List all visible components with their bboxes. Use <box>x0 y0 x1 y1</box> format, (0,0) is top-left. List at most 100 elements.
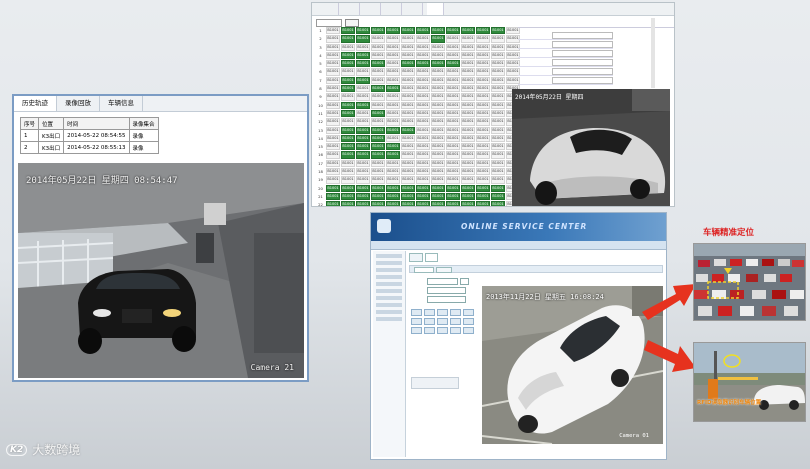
parking-slot[interactable]: B1001 <box>371 51 385 60</box>
parking-slot-occupied[interactable]: B1001 <box>371 27 385 35</box>
parking-slot[interactable]: B1001 <box>326 60 340 68</box>
parking-slot[interactable]: B1001 <box>491 68 505 76</box>
parking-slot[interactable]: B1001 <box>326 101 340 109</box>
parking-slot[interactable]: B1001 <box>431 143 445 151</box>
parking-slot-occupied[interactable]: B1001 <box>356 143 370 151</box>
parking-slot[interactable]: B1001 <box>416 118 430 126</box>
parking-slot[interactable]: B1001 <box>416 168 430 176</box>
key-button[interactable] <box>424 318 435 325</box>
parking-slot-occupied[interactable]: B1001 <box>401 184 415 192</box>
parking-slot[interactable]: B1001 <box>326 109 340 118</box>
parking-slot[interactable]: B1001 <box>356 168 370 176</box>
detail-field[interactable] <box>552 58 613 66</box>
parking-slot[interactable]: B1001 <box>326 143 340 151</box>
parking-slot-occupied[interactable]: B1001 <box>356 192 370 201</box>
parking-slot[interactable]: B1001 <box>326 118 340 126</box>
parking-slot[interactable]: B1001 <box>371 118 385 126</box>
key-button[interactable] <box>463 309 474 316</box>
parking-slot-occupied[interactable]: B1001 <box>356 101 370 109</box>
parking-slot[interactable]: B1001 <box>416 85 430 93</box>
parking-slot[interactable]: B1001 <box>446 176 460 184</box>
parking-slot-occupied[interactable]: B1001 <box>476 27 490 35</box>
parking-slot[interactable]: B1001 <box>356 93 370 101</box>
parking-slot-occupied[interactable]: B1001 <box>386 85 400 93</box>
parking-slot-occupied[interactable]: B1001 <box>341 76 355 85</box>
parking-slot[interactable]: B1001 <box>401 76 415 85</box>
parking-slot-occupied[interactable]: B1001 <box>461 192 475 201</box>
parking-slot-occupied[interactable]: B1001 <box>356 126 370 134</box>
parking-slot-occupied[interactable]: B1001 <box>401 60 415 68</box>
parking-slot[interactable]: B1001 <box>491 85 505 93</box>
parking-slot[interactable]: B1001 <box>491 176 505 184</box>
parking-slot[interactable]: B1001 <box>386 76 400 85</box>
parking-slot[interactable]: B1001 <box>491 43 505 51</box>
parking-slot[interactable]: B1001 <box>341 93 355 101</box>
parking-slot[interactable]: B1001 <box>386 118 400 126</box>
parking-slot-occupied[interactable]: B1001 <box>356 51 370 60</box>
parking-slot[interactable]: B1001 <box>461 143 475 151</box>
parking-slot[interactable]: B1001 <box>431 51 445 60</box>
parking-slot[interactable]: B1001 <box>476 68 490 76</box>
parking-slot[interactable]: B1001 <box>446 35 460 43</box>
parking-slot-occupied[interactable]: B1001 <box>326 184 340 192</box>
parking-slot[interactable]: B1001 <box>356 43 370 51</box>
parking-slot[interactable]: B1001 <box>341 159 355 168</box>
key-button[interactable] <box>411 327 422 334</box>
key-button[interactable] <box>437 318 448 325</box>
parking-slot[interactable]: B1001 <box>461 51 475 60</box>
parking-slot[interactable]: B1001 <box>476 60 490 68</box>
parking-slot-occupied[interactable]: B1001 <box>446 60 460 68</box>
tab-detail-video[interactable] <box>530 20 536 25</box>
parking-slot[interactable]: B1001 <box>446 118 460 126</box>
key-button[interactable] <box>463 327 474 334</box>
refresh-button[interactable] <box>345 18 359 27</box>
parking-slot-occupied[interactable]: B1001 <box>416 60 430 68</box>
parking-slot[interactable]: B1001 <box>491 76 505 85</box>
parking-slot-occupied[interactable]: B1001 <box>341 201 355 206</box>
key-button[interactable] <box>424 309 435 316</box>
parking-slot-occupied[interactable]: B1001 <box>386 27 400 35</box>
parking-slot-occupied[interactable]: B1001 <box>341 134 355 143</box>
parking-slot-occupied[interactable]: B1001 <box>341 27 355 35</box>
parking-slot[interactable]: B1001 <box>476 168 490 176</box>
detail-field[interactable] <box>552 76 613 84</box>
tree-item[interactable] <box>376 282 402 286</box>
parking-slot[interactable]: B1001 <box>341 68 355 76</box>
video-link[interactable]: 录像 <box>128 129 159 142</box>
parking-slot[interactable]: B1001 <box>491 60 505 68</box>
video-link[interactable]: 录像 <box>128 141 159 154</box>
parking-slot-occupied[interactable]: B1001 <box>356 151 370 159</box>
detail-field[interactable] <box>552 31 613 39</box>
parking-slot[interactable]: B1001 <box>326 68 340 76</box>
parking-slot-occupied[interactable]: B1001 <box>401 192 415 201</box>
parking-slot[interactable]: B1001 <box>386 101 400 109</box>
parking-slot[interactable]: B1001 <box>476 35 490 43</box>
tree-item[interactable] <box>376 303 402 307</box>
parking-slot[interactable]: B1001 <box>446 168 460 176</box>
parking-slot[interactable]: B1001 <box>446 93 460 101</box>
parking-slot[interactable]: B1001 <box>401 51 415 60</box>
parking-slot[interactable]: B1001 <box>416 93 430 101</box>
parking-slot[interactable]: B1001 <box>431 151 445 159</box>
parking-slot-occupied[interactable]: B1001 <box>326 192 340 201</box>
parking-slot[interactable]: B1001 <box>416 43 430 51</box>
field-input[interactable] <box>427 287 466 294</box>
parking-slot[interactable]: B1001 <box>461 118 475 126</box>
parking-slot-occupied[interactable]: B1001 <box>371 85 385 93</box>
parking-slot[interactable]: B1001 <box>491 109 505 118</box>
parking-slot[interactable]: B1001 <box>491 101 505 109</box>
parking-slot[interactable]: B1001 <box>341 176 355 184</box>
parking-slot[interactable]: B1001 <box>371 101 385 109</box>
parking-slot-occupied[interactable]: B1001 <box>386 184 400 192</box>
parking-slot[interactable]: B1001 <box>386 159 400 168</box>
tree-item[interactable] <box>376 275 402 279</box>
parking-slot[interactable]: B1001 <box>386 93 400 101</box>
parking-slot[interactable]: B1001 <box>386 109 400 118</box>
parking-slot[interactable]: B1001 <box>371 43 385 51</box>
tree-item[interactable] <box>376 310 402 314</box>
parking-slot[interactable]: B1001 <box>446 43 460 51</box>
parking-slot[interactable]: B1001 <box>461 176 475 184</box>
parking-slot-occupied[interactable]: B1001 <box>416 201 430 206</box>
parking-slot[interactable]: B1001 <box>431 68 445 76</box>
parking-slot-occupied[interactable]: B1001 <box>371 143 385 151</box>
